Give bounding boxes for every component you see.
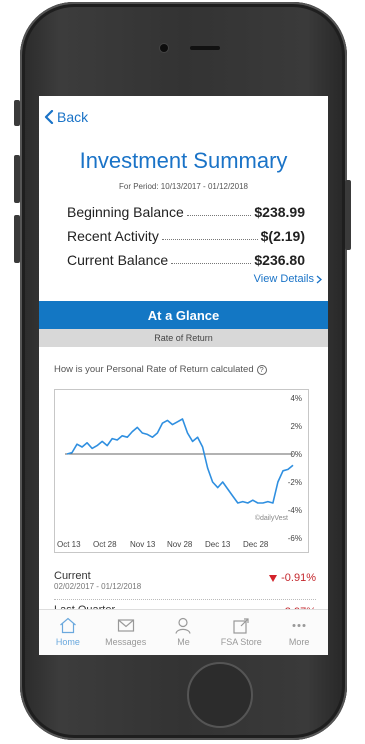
tab-label: FSA Store — [220, 637, 262, 647]
back-button[interactable]: Back — [43, 108, 88, 126]
tab-messages[interactable]: Messages — [97, 610, 155, 655]
leader-dots — [171, 262, 252, 264]
view-details-link[interactable]: View Details — [254, 273, 322, 285]
balance-label: Current Balance — [67, 252, 169, 268]
tab-bar: Home Messages Me FSA Store More — [39, 609, 328, 655]
home-hardware-button[interactable] — [187, 662, 253, 728]
app-screen: Back Investment Summary For Period: 10/1… — [39, 96, 328, 655]
leader-dots — [161, 238, 258, 240]
x-tick-label: Dec 28 — [243, 540, 269, 549]
power-button — [345, 180, 351, 250]
return-percent: -0.91% — [281, 572, 316, 584]
chart-svg: 4%2%0%-2%-4%-6% Oct 13 Oct 28 Nov 13 Nov 28… — [57, 394, 302, 549]
return-value: -0.91% — [269, 572, 316, 584]
store-icon — [233, 618, 249, 634]
balance-row-current: Current Balance $236.80 — [67, 248, 305, 268]
speaker-grille — [190, 46, 220, 50]
mail-icon — [117, 619, 134, 632]
down-triangle-icon — [269, 574, 278, 582]
x-tick-label: Oct 28 — [93, 540, 117, 549]
balance-value: $(2.19) — [260, 228, 305, 244]
tab-more[interactable]: More — [270, 610, 328, 655]
balance-row-activity: Recent Activity $(2.19) — [67, 224, 305, 244]
volume-up-button — [14, 155, 20, 203]
tab-home[interactable]: Home — [39, 610, 97, 655]
period-text: For Period: 10/13/2017 - 01/12/2018 — [119, 182, 248, 191]
rate-of-return-line — [66, 418, 294, 504]
x-tick-label: Dec 13 — [205, 540, 231, 549]
balance-value: $236.80 — [254, 252, 305, 268]
volume-down-button — [14, 215, 20, 263]
return-row-current[interactable]: Current 02/02/2017 - 01/12/2018 -0.91% — [54, 570, 316, 591]
help-question-text: How is your Personal Rate of Return calc… — [54, 364, 254, 375]
tab-label: Me — [177, 637, 190, 647]
tab-label: Messages — [105, 637, 147, 647]
x-tick-label: Nov 28 — [167, 540, 193, 549]
y-tick-label: 2% — [290, 422, 302, 431]
chart-watermark: ©dailyVest — [255, 514, 288, 522]
tab-label: More — [288, 637, 310, 647]
rate-of-return-header: Rate of Return — [39, 329, 328, 347]
y-tick-label: 4% — [290, 394, 302, 403]
return-calculation-help[interactable]: How is your Personal Rate of Return calc… — [54, 364, 267, 375]
y-tick-label: -2% — [288, 478, 302, 487]
silent-switch — [14, 100, 20, 126]
y-tick-label: -4% — [288, 506, 302, 515]
more-icon — [292, 624, 306, 627]
balance-label: Beginning Balance — [67, 204, 184, 220]
person-icon — [175, 617, 192, 634]
at-a-glance-header: At a Glance — [39, 301, 328, 329]
page-title: Investment Summary — [79, 148, 288, 173]
balance-label: Recent Activity — [67, 228, 159, 244]
balance-value: $238.99 — [254, 204, 305, 220]
front-camera — [160, 44, 168, 52]
back-label: Back — [57, 109, 89, 125]
tab-label: Home — [55, 637, 80, 647]
chevron-left-icon — [44, 110, 54, 124]
y-tick-label: -6% — [288, 534, 302, 543]
leader-dots — [186, 214, 252, 216]
tab-me[interactable]: Me — [155, 610, 213, 655]
x-tick-label: Oct 13 — [57, 540, 81, 549]
row-divider — [54, 599, 316, 600]
question-circle-icon[interactable]: ? — [256, 364, 267, 375]
tab-fsa-store[interactable]: FSA Store — [212, 610, 270, 655]
x-tick-label: Nov 13 — [130, 540, 156, 549]
view-details-label: View Details — [253, 273, 314, 285]
chevron-right-icon — [316, 275, 322, 283]
rate-of-return-chart: 4% 2% 0% -2% -4% -6% Oct 13 Oct 28 Nov 13 Nov 28… — [54, 389, 309, 553]
balance-row-beginning: Beginning Balance $238.99 — [67, 200, 305, 220]
home-icon — [59, 617, 76, 634]
